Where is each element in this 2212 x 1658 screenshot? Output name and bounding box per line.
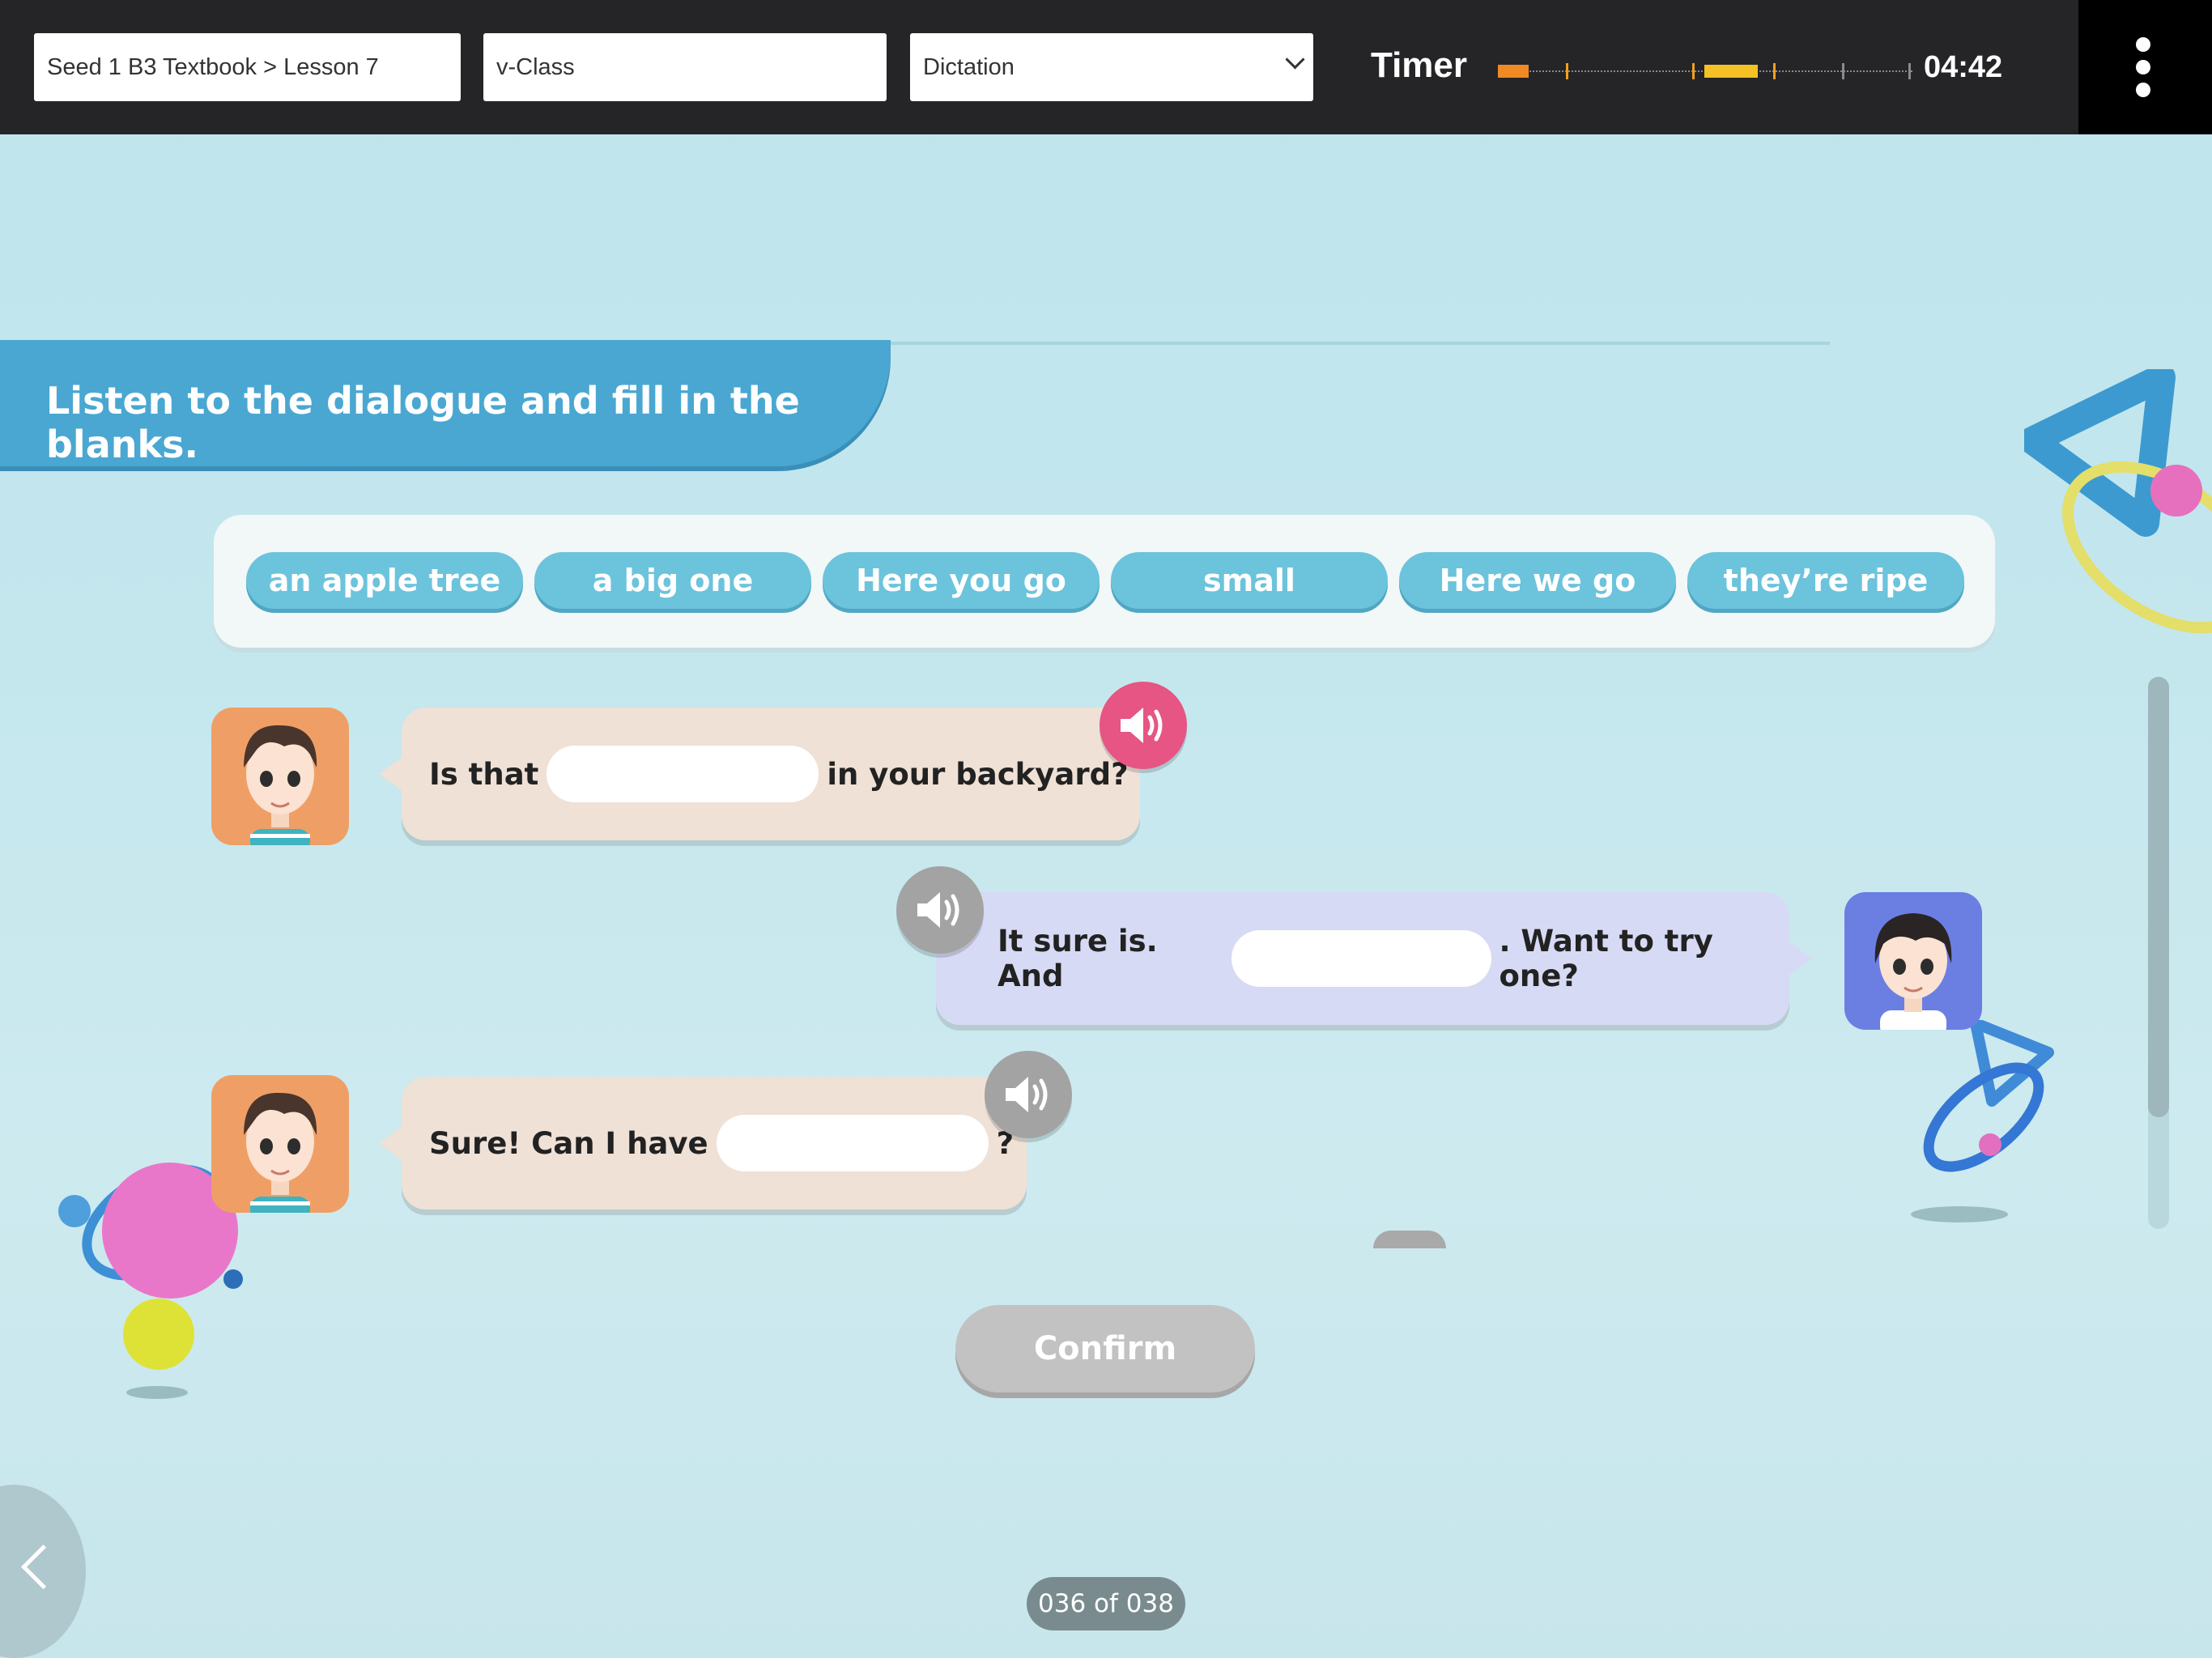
- class-field[interactable]: v-Class: [483, 33, 887, 101]
- speaker-icon: [1121, 708, 1163, 743]
- instruction-banner: Listen to the dialogue and fill in the b…: [0, 340, 891, 466]
- next-speaker-peek: [1373, 1231, 1446, 1248]
- play-audio-button-1[interactable]: [1100, 682, 1187, 769]
- timer-label: Timer: [1371, 45, 1468, 85]
- word-chip[interactable]: small: [1111, 552, 1388, 609]
- timer-segment-current: [1704, 65, 1758, 78]
- mode-select[interactable]: Dictation: [910, 33, 1313, 101]
- mode-select-value: Dictation: [923, 53, 1015, 80]
- speaker-icon: [1006, 1077, 1048, 1112]
- avatar: [211, 1075, 349, 1213]
- avatar: [1844, 892, 1982, 1030]
- chevron-left-icon: [20, 1544, 66, 1590]
- chevron-down-icon: [1285, 49, 1305, 70]
- timer-segment-elapsed: [1498, 65, 1529, 78]
- line-1-text-after: in your backyard?: [827, 756, 1129, 792]
- play-audio-button-2[interactable]: [896, 866, 984, 954]
- line-2-text-after: . Want to try one?: [1499, 924, 1713, 993]
- speaker-icon: [917, 892, 959, 928]
- answer-blank-3[interactable]: [716, 1115, 989, 1171]
- play-audio-button-3[interactable]: [985, 1051, 1072, 1138]
- line-2-text-before: It sure is. And: [998, 924, 1158, 993]
- decorative-shapes-right-top: [2024, 369, 2212, 634]
- word-chip[interactable]: a big one: [534, 552, 811, 609]
- dialogue-bubble-3: Sure! Can I have ?: [379, 1077, 1027, 1209]
- dialogue-bubble-2: It sure is. And . Want to try one?: [936, 892, 1812, 1025]
- answer-blank-2[interactable]: [1231, 930, 1491, 987]
- answer-blank-1[interactable]: [547, 746, 819, 802]
- dialogue-bubble-1: Is that in your backyard?: [379, 708, 1140, 840]
- word-chip[interactable]: an apple tree: [246, 552, 523, 609]
- line-3-text-before: Sure! Can I have: [429, 1125, 708, 1161]
- more-menu-dot: [2136, 60, 2150, 74]
- instruction-text: Listen to the dialogue and fill in the b…: [46, 379, 800, 466]
- word-bank: an apple tree a big one Here you go smal…: [214, 515, 1995, 648]
- word-chip[interactable]: Here we go: [1399, 552, 1676, 609]
- avatar: [211, 708, 349, 845]
- line-1-text-before: Is that: [429, 756, 539, 792]
- more-menu-dot: [2136, 83, 2150, 97]
- scrollbar-thumb[interactable]: [2148, 677, 2169, 1117]
- word-chip[interactable]: they’re ripe: [1687, 552, 1964, 609]
- timer-value: 04:42: [1924, 50, 2003, 84]
- dialogue-scrollbar[interactable]: [2148, 677, 2169, 1229]
- banner-underline: [891, 342, 1830, 345]
- lesson-breadcrumb-field[interactable]: Seed 1 B3 Textbook > Lesson 7: [34, 33, 461, 101]
- page-indicator: 036 of 038: [1027, 1577, 1185, 1630]
- decorative-shapes-right-bottom: [1911, 1020, 2054, 1222]
- previous-page-button[interactable]: [0, 1485, 86, 1658]
- more-menu-icon: [2136, 37, 2150, 52]
- timer-progress-track: [1498, 63, 1912, 79]
- word-chip[interactable]: Here you go: [823, 552, 1100, 609]
- confirm-button[interactable]: Confirm: [955, 1305, 1255, 1392]
